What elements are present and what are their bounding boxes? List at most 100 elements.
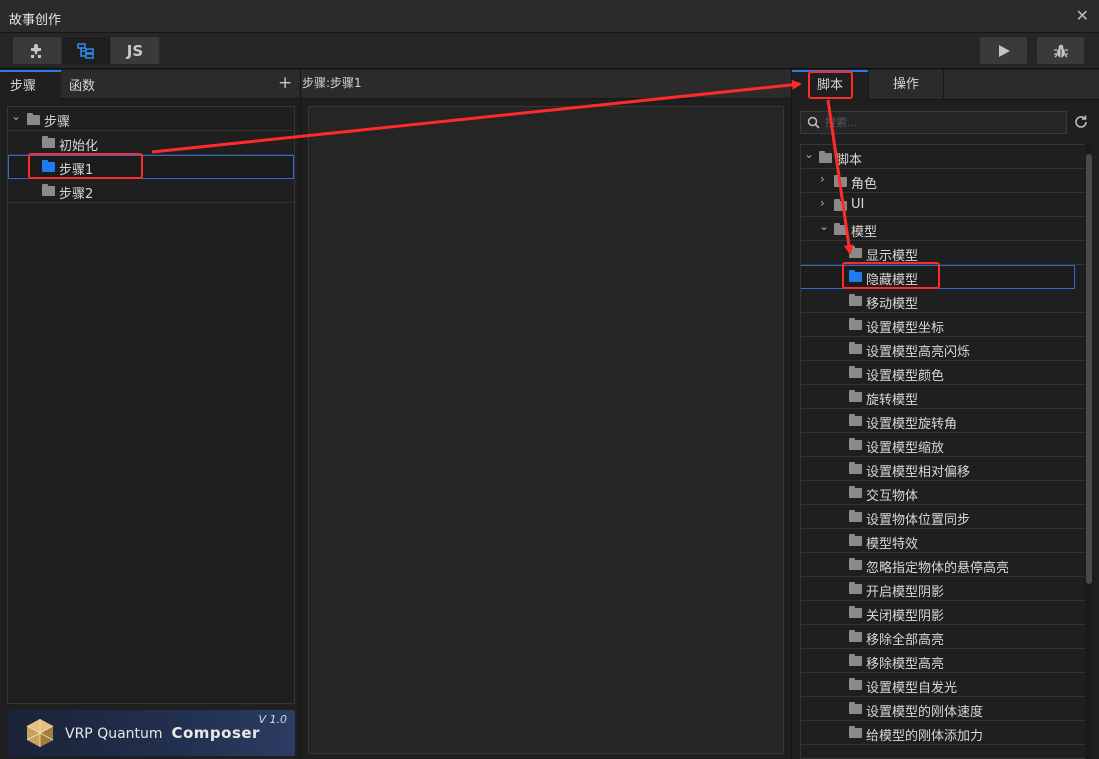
play-button[interactable] xyxy=(980,37,1027,64)
folder-icon xyxy=(42,136,55,148)
brand-name-bold: Composer xyxy=(171,724,260,742)
tree-item-model[interactable]: 设置模型旋转角 xyxy=(801,409,1085,433)
folder-open-icon xyxy=(27,113,40,125)
scripts-scrollbar[interactable] xyxy=(1085,144,1093,759)
tree-item-label: 设置模型旋转角 xyxy=(866,417,958,432)
tree-item-model[interactable]: 移动模型 xyxy=(801,289,1085,313)
folder-icon xyxy=(849,366,862,378)
tree-item-model[interactable]: 设置模型自发光 xyxy=(801,673,1085,697)
scripts-tree: ⌄ 脚本 › 角色 › UI ⌄ 模型 显示模型 隐藏模型 移动模型 设置模型坐标 设置… xyxy=(800,144,1086,759)
folder-icon xyxy=(849,534,862,546)
tree-item-model[interactable]: 模型特效 xyxy=(801,529,1085,553)
tree-group-label: 角色 xyxy=(851,177,878,192)
script-canvas[interactable] xyxy=(308,106,784,754)
chevron-right-icon[interactable]: › xyxy=(820,196,825,210)
tab-separator xyxy=(943,70,944,100)
tree-item-model[interactable]: 移除全部高亮 xyxy=(801,625,1085,649)
tree-item-model[interactable]: 设置模型的刚体速度 xyxy=(801,697,1085,721)
folder-icon xyxy=(849,630,862,642)
brand-name-light: VRP Quantum xyxy=(65,726,163,742)
tree-item-model[interactable]: 忽略指定物体的悬停高亮 xyxy=(801,553,1085,577)
tree-root-steps[interactable]: ⌄ 步骤 xyxy=(8,107,294,131)
search-input[interactable] xyxy=(825,114,1055,131)
tree-item-label: 设置模型高亮闪烁 xyxy=(866,345,971,360)
tree-item-label: 初始化 xyxy=(59,139,99,154)
js-label: JS xyxy=(126,41,144,60)
debug-button[interactable] xyxy=(1037,37,1084,64)
scrollbar-thumb[interactable] xyxy=(1086,154,1092,584)
tree-item-model[interactable]: 给模型的刚体添加力 xyxy=(801,721,1085,745)
tree-item-model[interactable]: 显示模型 xyxy=(801,241,1085,265)
tree-item-model[interactable]: 设置模型相对偏移 xyxy=(801,457,1085,481)
tree-group-role[interactable]: › 角色 xyxy=(801,169,1085,193)
folder-icon xyxy=(849,318,862,330)
tree-root-label: 脚本 xyxy=(836,153,863,168)
js-button[interactable]: JS xyxy=(111,37,160,64)
chevron-down-icon[interactable]: ⌄ xyxy=(819,219,829,233)
tree-group-ui[interactable]: › UI xyxy=(801,193,1085,217)
refresh-icon[interactable] xyxy=(1073,114,1089,130)
tab-operations[interactable]: 操作 xyxy=(869,70,943,100)
folder-icon xyxy=(849,342,862,354)
tree-group-label: UI xyxy=(851,197,865,212)
plugin-icon xyxy=(31,43,41,58)
tree-item-label: 设置模型缩放 xyxy=(866,441,945,456)
tree-item-model[interactable]: 移除模型高亮 xyxy=(801,649,1085,673)
tree-root-label: 步骤 xyxy=(44,115,71,130)
tree-item-label: 关闭模型阴影 xyxy=(866,609,945,624)
chevron-down-icon[interactable]: ⌄ xyxy=(804,147,814,161)
tree-item-model[interactable]: 设置模型坐标 xyxy=(801,313,1085,337)
bug-icon xyxy=(1053,44,1068,57)
tree-item-label: 步骤2 xyxy=(59,187,94,202)
chevron-right-icon[interactable]: › xyxy=(820,172,825,186)
tree-item-step1[interactable]: 步骤1 xyxy=(8,155,294,179)
tree-item-model[interactable]: 设置模型缩放 xyxy=(801,433,1085,457)
tree-item-model[interactable]: 旋转模型 xyxy=(801,385,1085,409)
tree-item-label: 开启模型阴影 xyxy=(866,585,945,600)
vrp-logo-icon xyxy=(26,719,54,747)
tree-item-model[interactable]: 设置物体位置同步 xyxy=(801,505,1085,529)
folder-icon xyxy=(849,462,862,474)
close-icon[interactable]: ✕ xyxy=(1076,6,1089,25)
tree-view-button[interactable] xyxy=(62,37,111,64)
add-icon[interactable]: + xyxy=(278,73,292,93)
tree-item-label: 设置模型颜色 xyxy=(866,369,945,384)
tree-item-model[interactable]: 交互物体 xyxy=(801,481,1085,505)
folder-icon xyxy=(834,175,847,187)
tab-functions[interactable]: 函数 xyxy=(59,70,129,99)
folder-icon xyxy=(849,702,862,714)
tree-item-label: 设置物体位置同步 xyxy=(866,513,971,528)
tab-scripts[interactable]: 脚本 xyxy=(792,70,868,100)
folder-icon xyxy=(42,184,55,196)
brand-logo-banner: VRP Quantum Composer V 1.0 xyxy=(7,710,295,756)
tree-item-label: 交互物体 xyxy=(866,489,919,504)
left-tab-bar: 步骤 函数 + xyxy=(0,70,300,99)
tree-item-init[interactable]: 初始化 xyxy=(8,131,294,155)
canvas-panel: 步骤:步骤1 xyxy=(300,70,791,759)
tree-item-label: 设置模型坐标 xyxy=(866,321,945,336)
steps-panel: 步骤 函数 + ⌄ 步骤 初始化 步骤1 步骤2 VRP Quantum Com… xyxy=(0,70,300,759)
tree-item-model[interactable]: 开启模型阴影 xyxy=(801,577,1085,601)
folder-icon xyxy=(42,160,55,172)
tree-item-label: 显示模型 xyxy=(866,249,919,264)
folder-icon xyxy=(849,726,862,738)
tree-item-label: 设置模型的刚体速度 xyxy=(866,705,984,720)
library-panel: 脚本 操作 ⌄ 脚本 › 角色 › UI ⌄ xyxy=(791,70,1099,759)
tree-icon xyxy=(77,42,94,59)
tree-item-label: 移除模型高亮 xyxy=(866,657,945,672)
folder-icon xyxy=(849,654,862,666)
plugin-button[interactable] xyxy=(13,37,62,64)
tree-group-model[interactable]: ⌄ 模型 xyxy=(801,217,1085,241)
brand-name: VRP Quantum Composer xyxy=(65,724,260,742)
chevron-down-icon[interactable]: ⌄ xyxy=(11,109,21,123)
tree-item-model[interactable]: 隐藏模型 xyxy=(801,265,1075,289)
tree-item-model[interactable]: 关闭模型阴影 xyxy=(801,601,1085,625)
tree-item-step2[interactable]: 步骤2 xyxy=(8,179,294,203)
tree-root-scripts[interactable]: ⌄ 脚本 xyxy=(801,145,1085,169)
tree-item-label: 步骤1 xyxy=(59,163,94,178)
search-icon xyxy=(807,116,820,129)
tree-item-model[interactable]: 设置模型高亮闪烁 xyxy=(801,337,1085,361)
tab-steps[interactable]: 步骤 xyxy=(0,70,61,99)
tree-item-model[interactable]: 设置模型颜色 xyxy=(801,361,1085,385)
canvas-header: 步骤:步骤1 xyxy=(301,70,791,99)
